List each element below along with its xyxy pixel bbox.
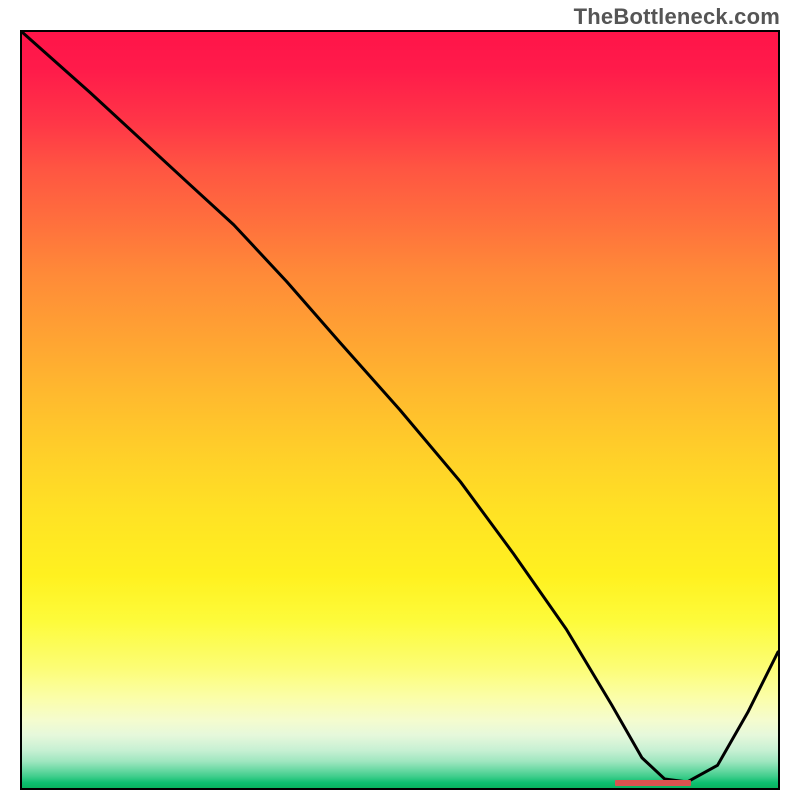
bottleneck-curve bbox=[22, 32, 778, 782]
plot-area bbox=[20, 30, 780, 790]
optimal-marker bbox=[615, 780, 691, 786]
watermark-label: TheBottleneck.com bbox=[574, 4, 780, 30]
curve-svg bbox=[22, 32, 778, 788]
chart-container: TheBottleneck.com bbox=[0, 0, 800, 800]
